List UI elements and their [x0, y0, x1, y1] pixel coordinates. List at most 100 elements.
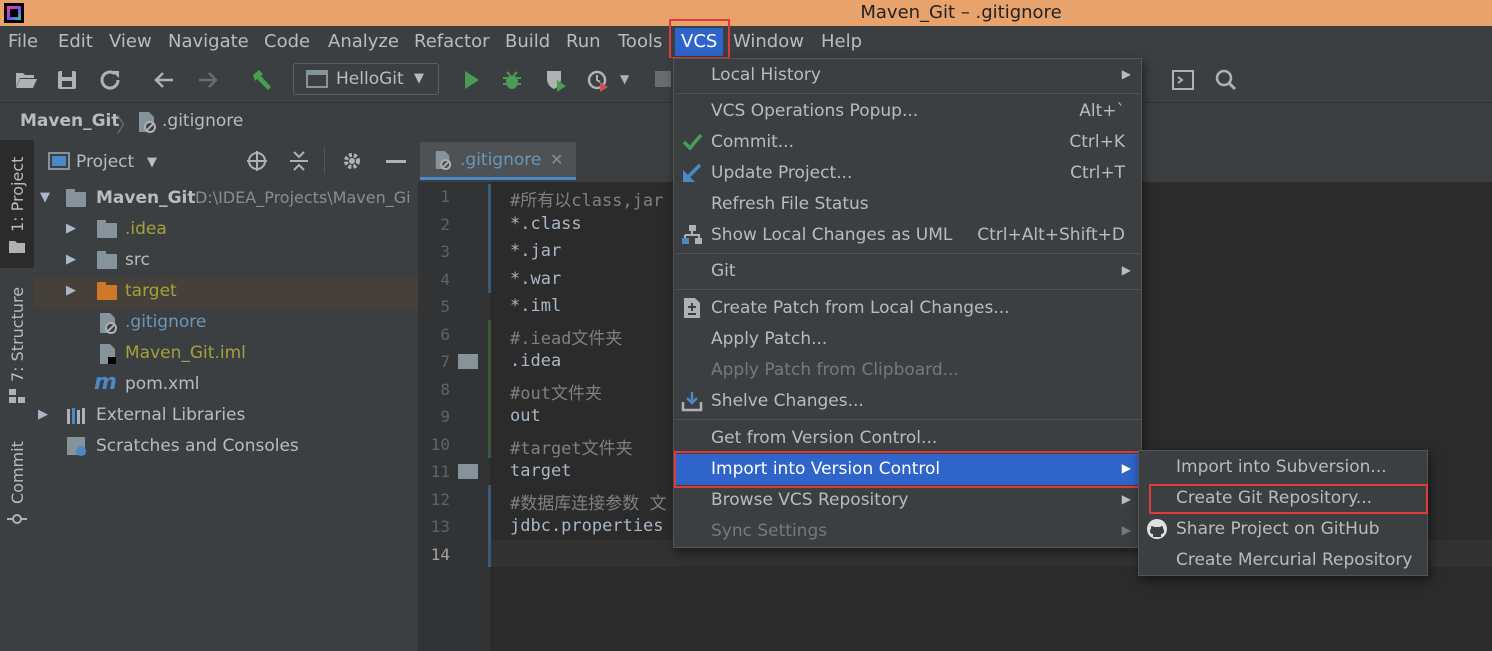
menu-item-show-local-changes-uml[interactable]: Show Local Changes as UML Ctrl+Alt+Shift…	[674, 220, 1141, 251]
menu-navigate[interactable]: Navigate	[168, 31, 249, 52]
collapsed-arrow-icon[interactable]: ▶	[66, 252, 76, 267]
line-number: 1	[440, 187, 450, 206]
sync-icon[interactable]	[98, 68, 122, 92]
ignore-file-icon	[139, 112, 156, 133]
terminal-icon[interactable]	[1171, 68, 1195, 92]
tree-item-src[interactable]: ▶ src	[34, 246, 418, 277]
excluded-folder-icon	[97, 282, 117, 300]
menu-item-label: Import into Subversion...	[1176, 457, 1387, 477]
title-bar: Maven_Git – .gitignore	[0, 0, 1492, 26]
menu-item-import-into-vcs[interactable]: Import into Version Control ▶	[674, 454, 1141, 485]
menu-item-shelve-changes[interactable]: Shelve Changes...	[674, 386, 1141, 417]
menu-item-label: Import into Version Control	[711, 459, 941, 479]
submenu-arrow-icon: ▶	[1121, 461, 1131, 475]
menu-item-get-from-vcs[interactable]: Get from Version Control...	[674, 423, 1141, 454]
menu-item-commit[interactable]: Commit... Ctrl+K	[674, 127, 1141, 158]
menu-item-update-project[interactable]: Update Project... Ctrl+T	[674, 158, 1141, 189]
tree-item-pom-xml[interactable]: m pom.xml	[34, 370, 418, 401]
forward-arrow-icon[interactable]	[196, 68, 220, 92]
commit-tab-icon	[7, 514, 27, 524]
collapse-all-icon[interactable]	[288, 150, 310, 172]
code-line: #所有以class,jar	[510, 191, 664, 211]
menu-run[interactable]: Run	[566, 31, 601, 52]
tree-label: Scratches and Consoles	[96, 436, 299, 456]
menu-item-shortcut: Ctrl+K	[1069, 132, 1125, 152]
gear-icon[interactable]	[341, 150, 363, 172]
menu-item-label: Local History	[711, 65, 821, 85]
project-view-icon	[48, 152, 70, 170]
menu-code[interactable]: Code	[264, 31, 310, 52]
ignore-file-icon	[435, 151, 452, 170]
collapsed-arrow-icon[interactable]: ▶	[38, 407, 48, 422]
line-number: 9	[440, 407, 450, 426]
search-icon[interactable]	[1214, 68, 1238, 92]
menu-item-label: Update Project...	[711, 163, 853, 183]
close-icon[interactable]: ✕	[550, 150, 563, 169]
menu-item-create-patch[interactable]: Create Patch from Local Changes...	[674, 293, 1141, 324]
menu-file[interactable]: File	[8, 31, 38, 52]
tree-item-idea[interactable]: ▶ .idea	[34, 215, 418, 246]
run-config-selector[interactable]: HelloGit ▼	[293, 63, 439, 95]
menu-item-create-git-repository[interactable]: Create Git Repository...	[1139, 483, 1427, 514]
debug-icon[interactable]	[500, 68, 524, 92]
line-number: 5	[440, 297, 450, 316]
minimize-icon[interactable]	[386, 160, 406, 163]
tree-item-gitignore[interactable]: .gitignore	[34, 308, 418, 339]
menu-item-import-into-subversion[interactable]: Import into Subversion...	[1139, 452, 1427, 483]
check-icon	[680, 131, 704, 155]
menu-help[interactable]: Help	[821, 31, 862, 52]
coverage-icon[interactable]	[544, 68, 568, 92]
menu-item-browse-vcs-repository[interactable]: Browse VCS Repository ▶	[674, 485, 1141, 516]
menu-refactor[interactable]: Refactor	[414, 31, 490, 52]
tree-item-maven-git-iml[interactable]: Maven_Git.iml	[34, 339, 418, 370]
project-view-selector[interactable]: Project	[76, 152, 134, 172]
expanded-arrow-icon[interactable]: ▼	[40, 190, 50, 205]
menu-item-label: Shelve Changes...	[711, 391, 864, 411]
menu-tools[interactable]: Tools	[618, 31, 662, 52]
breadcrumb-file[interactable]: .gitignore	[162, 111, 243, 131]
tab-gitignore[interactable]: .gitignore ✕	[420, 142, 576, 180]
shelve-icon	[680, 390, 704, 414]
menu-bar: File Edit View Navigate Code Analyze Ref…	[0, 26, 1492, 58]
back-arrow-icon[interactable]	[152, 68, 176, 92]
open-folder-icon[interactable]	[14, 68, 38, 92]
submenu-arrow-icon: ▶	[1121, 263, 1131, 277]
tree-item-target[interactable]: ▶ target	[34, 277, 418, 308]
project-view-dropdown-icon[interactable]: ▼	[147, 155, 157, 170]
menu-edit[interactable]: Edit	[58, 31, 93, 52]
tree-item-external-libraries[interactable]: ▶ External Libraries	[34, 401, 418, 432]
run-icon[interactable]	[459, 68, 483, 92]
code-line: *.jar	[510, 241, 562, 261]
import-into-vcs-submenu: Import into Subversion... Create Git Rep…	[1138, 450, 1428, 576]
build-hammer-icon[interactable]	[250, 68, 274, 92]
tree-item-scratches[interactable]: Scratches and Consoles	[34, 432, 418, 463]
module-folder-icon	[66, 189, 86, 207]
locate-target-icon[interactable]	[246, 150, 268, 172]
menu-analyze[interactable]: Analyze	[328, 31, 399, 52]
breadcrumb-project[interactable]: Maven_Git	[20, 111, 120, 131]
save-all-icon[interactable]	[55, 68, 79, 92]
tree-item-maven-git[interactable]: ▼ Maven_Git D:\IDEA_Projects\Maven_Gi	[34, 184, 418, 215]
scratches-icon	[67, 437, 86, 456]
collapsed-arrow-icon[interactable]: ▶	[66, 221, 76, 236]
menu-build[interactable]: Build	[505, 31, 550, 52]
folder-gutter-icon	[458, 354, 478, 369]
menu-view[interactable]: View	[109, 31, 152, 52]
project-panel: Project ▼ ▼ Maven_Git D:\IDEA_Projects\M…	[34, 140, 418, 651]
code-line: *.war	[510, 269, 562, 289]
profiler-icon[interactable]	[586, 68, 610, 92]
menu-item-git[interactable]: Git ▶	[674, 256, 1141, 287]
menu-vcs[interactable]: VCS	[675, 28, 724, 56]
stop-icon[interactable]	[655, 71, 671, 87]
profiler-dropdown-icon[interactable]: ▼	[620, 72, 629, 86]
menu-item-create-mercurial-repository[interactable]: Create Mercurial Repository	[1139, 545, 1427, 576]
menu-item-refresh-file-status[interactable]: Refresh File Status	[674, 189, 1141, 220]
menu-item-share-on-github[interactable]: Share Project on GitHub	[1139, 514, 1427, 545]
menu-item-label: VCS Operations Popup...	[711, 101, 919, 121]
menu-item-local-history[interactable]: Local History ▶	[674, 60, 1141, 91]
menu-item-vcs-operations-popup[interactable]: VCS Operations Popup... Alt+`	[674, 96, 1141, 127]
menu-item-apply-patch[interactable]: Apply Patch...	[674, 324, 1141, 355]
project-tab-folder-icon	[9, 241, 25, 253]
collapsed-arrow-icon[interactable]: ▶	[66, 283, 76, 298]
menu-window[interactable]: Window	[733, 31, 804, 52]
